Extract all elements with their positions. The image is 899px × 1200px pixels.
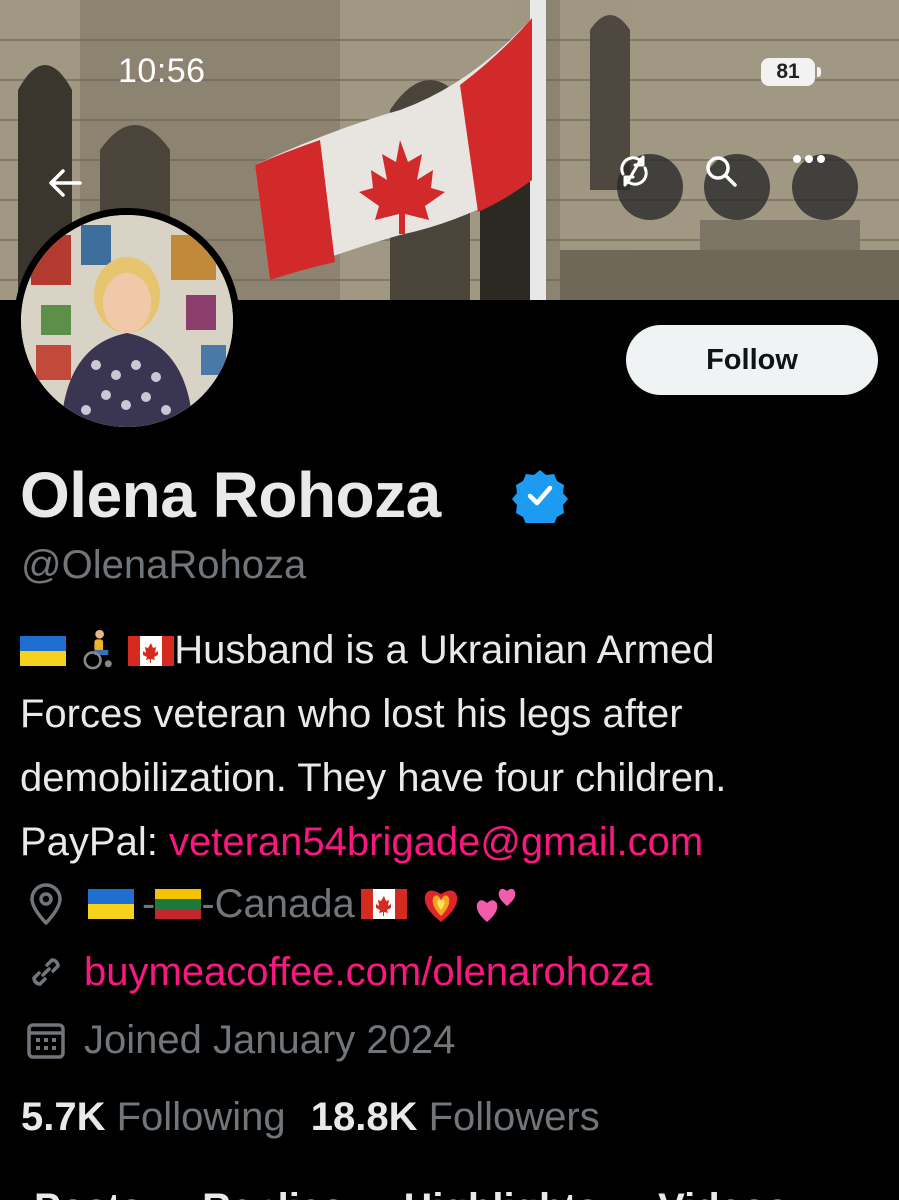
website-link[interactable]: buymeacoffee.com/olenarohoza [84,950,653,995]
status-time: 10:56 [118,52,206,90]
avatar-image [21,215,233,427]
follow-counts: 5.7K Following 18.8K Followers [21,1095,600,1140]
bio-line-1: Husband is a Ukrainian Armed [20,618,880,682]
paypal-label: PayPal: [20,820,169,864]
bio-text-1: Husband is a Ukrainian Armed [174,628,715,672]
wheelchair-person-icon [83,629,112,670]
ukraine-flag-icon [20,636,66,666]
following-count: 5.7K [21,1095,106,1139]
bio-line-4: PayPal: veteran54brigade@gmail.com [20,810,880,874]
calendar-icon [22,1016,70,1064]
tab-posts[interactable]: Posts [34,1186,143,1200]
status-icons: 81 [761,58,821,86]
following-label: Following [116,1095,286,1139]
profile-handle: @OlenaRohoza [21,543,307,587]
profile-tabs: Posts Replies Highlights Videos [34,1186,837,1200]
bio-line-3: demobilization. They have four children. [20,756,727,800]
ukraine-flag-icon [88,889,134,919]
paypal-email-link[interactable]: veteran54brigade@gmail.com [169,820,703,864]
search-icon [706,156,737,187]
link-icon [22,948,70,996]
more-button[interactable] [792,154,858,220]
back-button[interactable] [48,168,94,214]
canada-flag-icon [360,889,407,919]
bio-line-2: Forces veteran who lost his legs after [20,692,683,736]
tab-videos[interactable]: Videos [658,1186,788,1200]
lithuania-flag-icon [155,889,202,919]
avatar[interactable] [14,208,240,434]
location-pin-icon [22,880,70,928]
followers-label: Followers [428,1095,600,1139]
followers-link[interactable]: 18.8K Followers [311,1095,600,1139]
profile-joined: Joined January 2024 [22,1016,455,1064]
follow-button[interactable]: Follow [626,325,878,395]
profile-website: buymeacoffee.com/olenarohoza [22,948,653,996]
profile-location: - -Canada [22,880,521,928]
location-text: -Canada [201,881,355,926]
tab-replies[interactable]: Replies [202,1186,344,1200]
two-hearts-icon [476,888,516,922]
canada-flag-icon [128,636,175,666]
arrow-left-icon [49,169,82,197]
tab-highlights[interactable]: Highlights [403,1186,599,1200]
sync-icon [620,155,648,187]
search-button[interactable] [704,154,770,220]
followers-count: 18.8K [310,1095,418,1139]
verified-badge-icon [512,470,568,523]
sync-button[interactable] [617,154,683,220]
heart-on-fire-icon [424,890,457,922]
location-separator-1: - [142,881,156,926]
display-name: Olena Rohoza [20,459,441,531]
battery-indicator: 81 [761,58,821,86]
more-icon [793,155,825,163]
profile-bio: Husband is a Ukrainian Armed Forces vete… [20,618,880,874]
joined-date: Joined January 2024 [84,1017,456,1062]
following-link[interactable]: 5.7K Following [21,1095,286,1139]
